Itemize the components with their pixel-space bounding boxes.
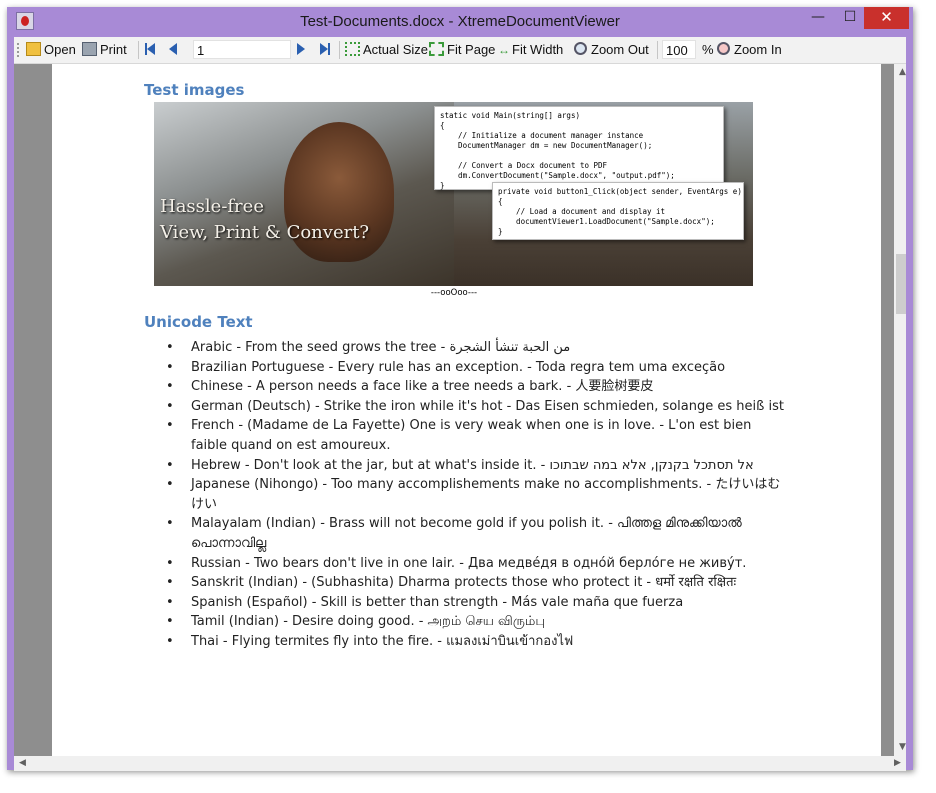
actual-size-icon <box>345 42 360 56</box>
printer-icon <box>82 42 97 56</box>
fit-page-icon <box>429 42 444 56</box>
code-snippet-click: private void button1_Click(object sender… <box>492 182 744 240</box>
actual-size-button[interactable]: Actual Size <box>345 41 428 59</box>
next-page-button[interactable] <box>297 41 305 59</box>
banner-text: Hassle-free View, Print & Convert? <box>160 194 369 246</box>
scroll-down-button[interactable]: ▼ <box>894 739 906 756</box>
app-window: Test-Documents.docx - XtremeDocumentView… <box>7 7 913 771</box>
banner-image: Hassle-free View, Print & Convert? stati… <box>154 102 753 286</box>
list-item: • Malayalam (Indian) - Brass will not bec… <box>166 516 742 551</box>
fit-width-button[interactable]: ↔ Fit Width <box>498 41 563 59</box>
zoom-in-icon <box>717 42 730 55</box>
zoom-input[interactable]: 100 <box>662 40 696 59</box>
banner-line-2: View, Print & Convert? <box>160 222 370 243</box>
toolbar-separator <box>339 41 340 59</box>
print-label: Print <box>100 42 127 57</box>
image-caption: ---ooOoo--- <box>430 288 478 298</box>
scroll-left-button[interactable]: ◀ <box>14 756 31 771</box>
first-page-button[interactable] <box>145 41 155 59</box>
list-item: • Japanese (Nihongo) - Too many accomplis… <box>166 477 781 512</box>
toolbar-separator <box>138 41 139 59</box>
maximize-button[interactable]: ☐ <box>833 7 867 29</box>
minimize-button[interactable]: — <box>801 7 835 29</box>
fit-page-label: Fit Page <box>447 42 496 57</box>
horizontal-scrollbar[interactable]: ◀ ▶ <box>14 756 906 771</box>
arrow-right-icon <box>297 43 305 55</box>
heading-test-images: Test images <box>144 81 245 99</box>
open-button[interactable]: Open <box>26 41 76 59</box>
close-button[interactable]: ✕ <box>864 7 909 29</box>
fit-page-button[interactable]: Fit Page <box>429 41 495 59</box>
toolbar: Open Print 1 Actual Size Fit Page ↔ Fit W… <box>14 37 906 64</box>
arrow-left-icon <box>169 43 177 55</box>
open-label: Open <box>44 42 76 57</box>
zoom-out-icon <box>574 42 587 55</box>
scroll-up-button[interactable]: ▲ <box>894 64 906 81</box>
list-item: • Spanish (Español) - Skill is better tha… <box>166 594 684 610</box>
fit-width-label: Fit Width <box>512 42 564 57</box>
list-item: • Russian - Two bears don't live in one l… <box>166 555 747 571</box>
vertical-scrollbar[interactable]: ▲ ▼ <box>894 64 906 756</box>
first-page-arrow-icon <box>147 43 155 55</box>
zoom-in-label: Zoom In <box>734 42 782 57</box>
heading-unicode-text: Unicode Text <box>144 313 253 331</box>
vertical-scroll-thumb[interactable] <box>896 254 906 314</box>
toolbar-separator <box>657 41 658 59</box>
list-item: • Tamil (Indian) - Desire doing good. - அ… <box>166 614 545 630</box>
folder-open-icon <box>26 42 41 56</box>
last-page-icon <box>328 43 330 55</box>
print-button[interactable]: Print <box>82 41 127 59</box>
banner-line-1: Hassle-free <box>160 196 264 217</box>
code-snippet-main: static void Main(string[] args) { // Ini… <box>434 106 724 190</box>
last-page-button[interactable] <box>320 41 330 59</box>
document-viewer[interactable]: Test images Hassle-free View, Print & Co… <box>14 64 906 756</box>
toolbar-grip[interactable] <box>17 43 19 57</box>
list-item: • French - (Madame de La Fayette) One is … <box>166 418 752 453</box>
list-item: • Chinese - A person needs a face like a … <box>166 379 654 395</box>
zoom-out-label: Zoom Out <box>591 42 649 57</box>
list-item: • Thai - Flying termites fly into the fir… <box>166 633 574 649</box>
last-page-arrow-icon <box>320 43 328 55</box>
title-bar: Test-Documents.docx - XtremeDocumentView… <box>7 7 913 37</box>
previous-page-button[interactable] <box>169 41 177 59</box>
list-item: • Arabic - From the seed grows the tree -… <box>166 340 571 355</box>
scroll-right-button[interactable]: ▶ <box>889 756 906 771</box>
document-page: Test images Hassle-free View, Print & Co… <box>52 64 881 756</box>
zoom-unit: % <box>702 42 714 57</box>
unicode-list: • Arabic - From the seed grows the tree -… <box>144 338 786 652</box>
list-item: • German (Deutsch) - Strike the iron whil… <box>166 398 784 414</box>
actual-size-label: Actual Size <box>363 42 429 57</box>
window-title: Test-Documents.docx - XtremeDocumentView… <box>300 13 620 30</box>
list-item: • Sanskrit (Indian) - (Subhashita) Dharma… <box>166 575 737 591</box>
list-item: • Hebrew - Don't look at the jar, but at … <box>166 457 754 473</box>
list-item: • Brazilian Portuguese - Every rule has a… <box>166 359 726 375</box>
zoom-in-button[interactable]: Zoom In <box>717 41 782 59</box>
page-number-input[interactable]: 1 <box>193 40 291 59</box>
fit-width-icon: ↔ <box>498 43 510 57</box>
zoom-out-button[interactable]: Zoom Out <box>574 41 649 59</box>
